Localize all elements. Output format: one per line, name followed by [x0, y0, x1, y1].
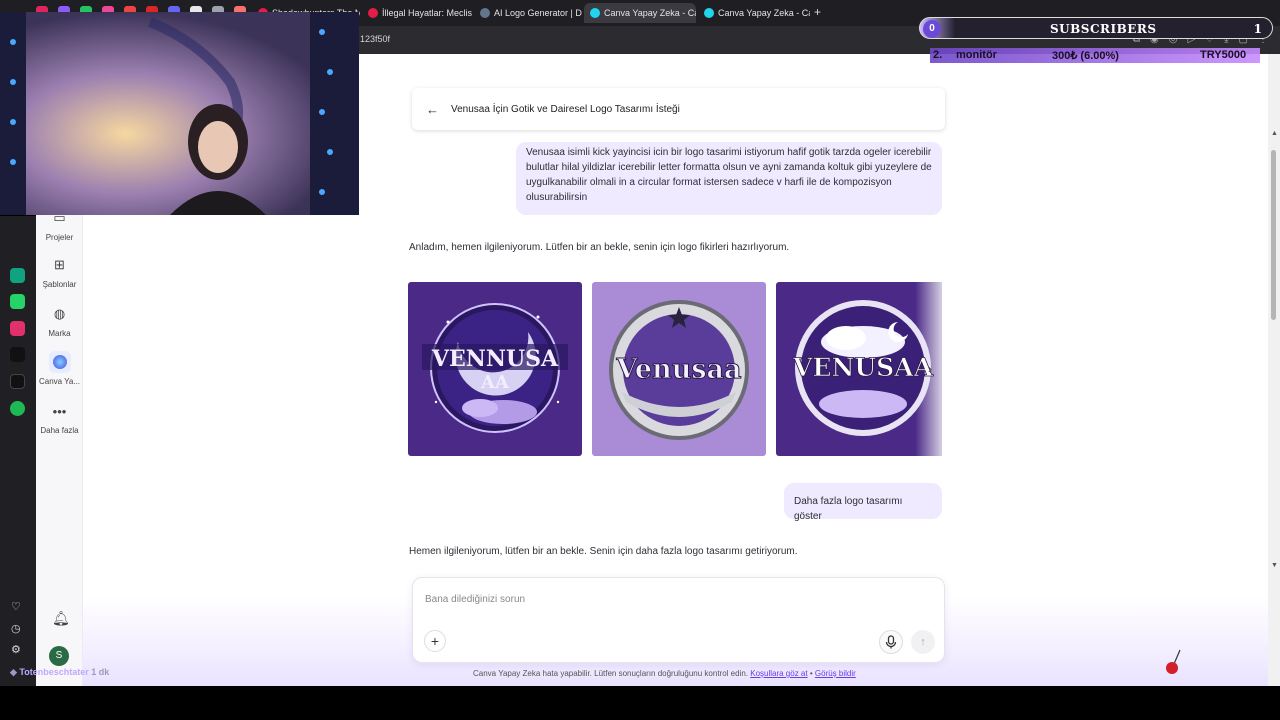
- more-icon: •••: [52, 403, 67, 419]
- whatsapp-icon[interactable]: [10, 294, 25, 309]
- sidebar-item-label: Daha fazla: [40, 426, 79, 435]
- subscriber-goal: 1: [1253, 22, 1262, 36]
- disclaimer: Canva Yapay Zeka hata yapabilir. Lütfen …: [36, 669, 1268, 678]
- chat-composer[interactable]: Bana dilediğinizi sorun + ↑: [412, 577, 945, 663]
- sidebar-item-templates[interactable]: ⊞ Şablonlar: [36, 254, 83, 289]
- clock-icon[interactable]: ◷: [11, 622, 21, 635]
- subscriber-label: SUBSCRIBERS: [1050, 22, 1157, 36]
- chat-time: 1 dk: [91, 667, 110, 677]
- logo-thumbnail[interactable]: VENUSAA: [776, 282, 942, 456]
- templates-icon: ⊞: [54, 257, 65, 272]
- logo-image: VENNUSA AA: [422, 303, 568, 433]
- conversation-title: Venusaa İçin Gotik ve Dairesel Logo Tasa…: [451, 103, 680, 115]
- spotify-icon[interactable]: [10, 401, 25, 416]
- sidebar-item-canva-ai[interactable]: Canva Ya...: [36, 351, 83, 386]
- browser-tab[interactable]: Canva Yapay Zeka - Canva: [698, 3, 810, 23]
- youtube-icon: [368, 8, 378, 18]
- sidebar-item-label: Şablonlar: [42, 280, 77, 289]
- ticker-name: monitör: [956, 49, 997, 61]
- send-button[interactable]: ↑: [911, 630, 935, 654]
- chatgpt-icon[interactable]: [10, 268, 25, 283]
- logo-text: VENUSAA: [792, 353, 934, 382]
- site-icon: [480, 8, 490, 18]
- ticker-value: 300₺ (6.00%): [1052, 50, 1119, 62]
- os-dock: ♡ ◷ ⚙: [0, 216, 36, 686]
- sidebar-item-brand[interactable]: ◍ Marka: [36, 303, 83, 338]
- gallery-next-icon[interactable]: ›: [928, 362, 932, 376]
- browser-tab-active[interactable]: Canva Yapay Zeka - Canva: [584, 3, 696, 23]
- logo-image: Venusaa: [609, 300, 749, 440]
- sidebar-item-label: Marka: [48, 329, 71, 338]
- assistant-message: Anladım, hemen ilgileniyorum. Lütfen bir…: [409, 242, 790, 253]
- donation-ticker: 2. monitör 300₺ (6.00%) TRY5000: [930, 48, 1260, 63]
- composer-input[interactable]: Bana dilediğinizi sorun: [425, 594, 525, 605]
- scroll-up-icon[interactable]: ▲: [1271, 130, 1278, 137]
- terms-link[interactable]: Koşullara göz at: [750, 669, 807, 678]
- tab-label: Canva Yapay Zeka - Canva: [718, 8, 810, 18]
- avatar[interactable]: S: [49, 646, 69, 666]
- tab-label: Canva Yapay Zeka - Canva: [604, 8, 696, 18]
- ticker-rank: 2.: [933, 49, 943, 61]
- logo-image: VENUSAA: [792, 300, 934, 436]
- logo-text: Venusaa: [615, 354, 741, 385]
- heart-outline-icon[interactable]: ♡: [11, 600, 21, 613]
- new-tab-button[interactable]: +: [814, 5, 821, 19]
- settings-icon[interactable]: ⚙: [11, 643, 21, 656]
- subscriber-goal-bar: 0 SUBSCRIBERS 1: [919, 17, 1273, 39]
- subscriber-count: 0: [923, 20, 941, 38]
- page-scrollbar[interactable]: ▲ ▼: [1268, 54, 1280, 686]
- sidebar-item-label: Canva Ya...: [38, 377, 81, 386]
- screen-bottom-border: [0, 686, 1280, 720]
- user-message: Venusaa isimli kick yayincisi icin bir l…: [516, 142, 942, 215]
- canva-ai-icon: [48, 351, 71, 373]
- sidebar-item-more[interactable]: ••• Daha fazla: [36, 400, 83, 436]
- logo-thumbnail[interactable]: Venusaa: [592, 282, 766, 456]
- canva-icon: [704, 8, 714, 18]
- bell-icon[interactable]: 🔔︎: [52, 610, 70, 627]
- tab-label: İllegal Hayatlar: Meclis | Fi...: [382, 8, 472, 18]
- logo-text: VENNUSA: [431, 346, 559, 372]
- microphone-icon: [885, 635, 897, 649]
- cherry-icon: [1166, 649, 1181, 674]
- ticker-total: TRY5000: [1200, 49, 1247, 61]
- browser-tab[interactable]: AI Logo Generator | Desig...: [474, 3, 582, 23]
- instagram-icon[interactable]: [10, 321, 25, 336]
- browser-tab[interactable]: İllegal Hayatlar: Meclis | Fi...: [362, 3, 472, 23]
- back-arrow-icon[interactable]: ←: [426, 102, 439, 117]
- webcam-overlay: [0, 12, 359, 215]
- scroll-down-icon[interactable]: ▼: [1271, 562, 1278, 569]
- feedback-link[interactable]: Görüş bildir: [815, 669, 856, 678]
- disclaimer-text: Canva Yapay Zeka hata yapabilir. Lütfen …: [473, 669, 748, 678]
- webcam-image: [0, 12, 359, 215]
- logo-gallery: VENNUSA AA Venusaa VENUSAA: [408, 282, 942, 456]
- tiktok-icon[interactable]: [10, 347, 25, 362]
- assistant-message: Hemen ilgileniyorum, lütfen bir an bekle…: [409, 546, 798, 557]
- tab-label: AI Logo Generator | Desig...: [494, 8, 582, 18]
- add-attachment-button[interactable]: +: [424, 630, 446, 652]
- scrollbar-thumb[interactable]: [1271, 150, 1276, 320]
- canva-icon: [590, 8, 600, 18]
- brand-icon: ◍: [53, 306, 66, 321]
- url-fragment[interactable]: 123f50f: [360, 34, 390, 44]
- logo-thumbnail[interactable]: VENNUSA AA: [408, 282, 582, 456]
- user-message: Daha fazla logo tasarımı göster: [784, 483, 942, 522]
- conversation-header: ← Venusaa İçin Gotik ve Dairesel Logo Ta…: [412, 88, 945, 130]
- x-icon[interactable]: [10, 374, 25, 389]
- separator: •: [809, 669, 813, 678]
- logo-text: AA: [480, 372, 510, 393]
- stream-chat-line: ◆ Totenbeschtater 1 dk: [10, 667, 109, 678]
- chat-username: Totenbeschtater: [19, 667, 89, 677]
- sidebar-item-label: Projeler: [45, 233, 74, 242]
- chat-badge-icon: ◆: [10, 667, 20, 677]
- microphone-button[interactable]: [879, 630, 903, 654]
